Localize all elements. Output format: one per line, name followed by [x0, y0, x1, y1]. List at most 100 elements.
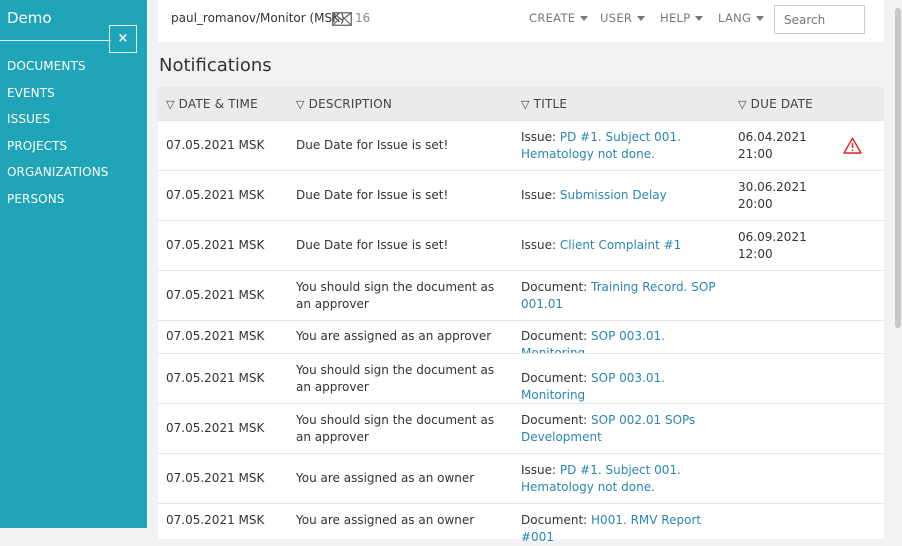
column-header-description[interactable]: ▽ DESCRIPTION — [296, 97, 392, 111]
sort-triangle-icon: ▽ — [296, 98, 305, 111]
row-due: 06.04.2021 21:00 — [738, 129, 807, 163]
row-due-time: 20:00 — [738, 197, 773, 211]
sidebar-nav: DOCUMENTS EVENTS ISSUES PROJECTS ORGANIZ… — [7, 58, 109, 217]
row-due: 30.06.2021 20:00 — [738, 179, 807, 213]
table-row[interactable]: 07.05.2021 MSK You should sign the docum… — [158, 270, 884, 320]
table-row[interactable]: 07.05.2021 MSK You are assigned as an ow… — [158, 453, 884, 503]
sidebar-item-events[interactable]: EVENTS — [7, 85, 109, 112]
column-header-label: DESCRIPTION — [308, 97, 393, 111]
column-header-label: TITLE — [533, 97, 568, 111]
row-title-prefix: Document: — [521, 371, 592, 385]
row-title: Document: H001. RMV Report #001 — [521, 512, 721, 546]
row-date: 07.05.2021 MSK — [166, 471, 265, 485]
column-header-title[interactable]: ▽ TITLE — [521, 97, 567, 111]
row-due-date: 30.06.2021 — [738, 180, 807, 194]
column-header-due-date[interactable]: ▽ DUE DATE — [738, 97, 813, 111]
sidebar-item-projects[interactable]: PROJECTS — [7, 138, 109, 165]
row-title-prefix: Document: — [521, 513, 592, 527]
table-row[interactable]: 07.05.2021 MSK You should sign the docum… — [158, 403, 884, 453]
row-description: You are assigned as an approver — [296, 329, 492, 343]
table-header: ▽ DATE & TIME ▽ DESCRIPTION ▽ TITLE ▽ DUE DA… — [158, 87, 884, 120]
current-user[interactable]: paul_romanov/Monitor (MSK) — [171, 11, 345, 25]
sort-triangle-icon: ▽ — [521, 98, 530, 111]
row-date: 07.05.2021 MSK — [166, 238, 265, 252]
row-title: Issue: PD #1. Subject 001. Hematology no… — [521, 129, 721, 163]
table-row[interactable]: 07.05.2021 MSK You should sign the docum… — [158, 353, 884, 403]
table-row[interactable]: 07.05.2021 MSK Due Date for Issue is set… — [158, 170, 884, 220]
help-menu-label: HELP — [660, 11, 691, 25]
row-title: Document: SOP 002.01 SOPs Development — [521, 412, 721, 446]
create-menu-label: CREATE — [529, 11, 576, 25]
lang-menu[interactable]: LANG — [718, 11, 765, 25]
table-row[interactable]: 07.05.2021 MSK Due Date for Issue is set… — [158, 220, 884, 270]
row-description: Due Date for Issue is set! — [296, 188, 449, 202]
sidebar-item-persons[interactable]: PERSONS — [7, 191, 109, 218]
lang-menu-label: LANG — [718, 11, 752, 25]
sidebar-item-organizations[interactable]: ORGANIZATIONS — [7, 164, 109, 191]
row-title: Issue: Submission Delay — [521, 187, 721, 204]
close-sidebar-button[interactable]: × — [109, 25, 137, 53]
caret-down-icon — [580, 16, 589, 21]
page-title: Notifications — [159, 55, 272, 76]
row-due-time: 12:00 — [738, 247, 773, 261]
row-title-prefix: Issue: — [521, 463, 560, 477]
row-date: 07.05.2021 MSK — [166, 421, 265, 435]
user-menu-label: USER — [600, 11, 633, 25]
row-due-time: 21:00 — [738, 147, 773, 161]
row-date: 07.05.2021 MSK — [166, 288, 265, 302]
brand-title[interactable]: Demo — [7, 9, 52, 27]
row-date: 07.05.2021 MSK — [166, 138, 265, 152]
row-due-date: 06.04.2021 — [738, 130, 807, 144]
sidebar-item-documents[interactable]: DOCUMENTS — [7, 58, 109, 85]
row-title-prefix: Issue: — [521, 238, 560, 252]
row-title-prefix: Issue: — [521, 130, 560, 144]
row-description: You should sign the document as an appro… — [296, 413, 495, 444]
row-due: 06.09.2021 12:00 — [738, 229, 807, 263]
row-title-prefix: Document: — [521, 280, 592, 294]
table-row[interactable]: 07.05.2021 MSK You are assigned as an ap… — [158, 320, 884, 360]
notifications-table: ▽ DATE & TIME ▽ DESCRIPTION ▽ TITLE ▽ DUE DA… — [158, 87, 884, 544]
brand-divider — [0, 40, 111, 41]
user-menu[interactable]: USER — [600, 11, 646, 25]
column-header-date[interactable]: ▽ DATE & TIME — [166, 97, 258, 111]
row-date: 07.05.2021 MSK — [166, 513, 265, 527]
row-title-prefix: Document: — [521, 413, 592, 427]
caret-down-icon — [756, 16, 765, 21]
row-title: Issue: Client Complaint #1 — [521, 237, 721, 254]
caret-down-icon — [637, 16, 646, 21]
row-description: You are assigned as an owner — [296, 471, 475, 485]
row-title: Document: SOP 003.01. Monitoring — [521, 370, 721, 404]
row-title-link[interactable]: Submission Delay — [560, 188, 667, 202]
row-date: 07.05.2021 MSK — [166, 329, 265, 343]
scrollbar-thumb[interactable] — [895, 8, 901, 328]
envelope-icon[interactable] — [332, 12, 352, 26]
column-header-label: DUE DATE — [750, 97, 813, 111]
sort-triangle-icon: ▽ — [738, 98, 747, 111]
sort-triangle-icon: ▽ — [166, 98, 175, 111]
search-input[interactable] — [774, 5, 865, 34]
row-description: Due Date for Issue is set! — [296, 238, 449, 252]
warning-icon — [843, 137, 862, 154]
row-title-prefix: Document: — [521, 329, 592, 343]
row-title-link[interactable]: Client Complaint #1 — [560, 238, 681, 252]
sidebar: Demo × DOCUMENTS EVENTS ISSUES PROJECTS … — [0, 0, 147, 528]
help-menu[interactable]: HELP — [660, 11, 704, 25]
row-description: Due Date for Issue is set! — [296, 138, 449, 152]
row-due-date: 06.09.2021 — [738, 230, 807, 244]
row-description: You should sign the document as an appro… — [296, 363, 495, 394]
row-title: Issue: PD #1. Subject 001. Hematology no… — [521, 462, 721, 496]
row-description: You should sign the document as an appro… — [296, 280, 495, 311]
table-row[interactable]: 07.05.2021 MSK Due Date for Issue is set… — [158, 120, 884, 170]
sidebar-item-issues[interactable]: ISSUES — [7, 111, 109, 138]
row-title: Document: Training Record. SOP 001.01 — [521, 279, 721, 313]
row-date: 07.05.2021 MSK — [166, 371, 265, 385]
caret-down-icon — [695, 16, 704, 21]
table-row[interactable]: 07.05.2021 MSK You are assigned as an ow… — [158, 503, 884, 544]
mail-count[interactable]: 16 — [355, 11, 370, 25]
top-bar: paul_romanov/Monitor (MSK) 16 CREATE USE… — [158, 0, 884, 42]
column-header-label: DATE & TIME — [178, 97, 258, 111]
create-menu[interactable]: CREATE — [529, 11, 589, 25]
row-description: You are assigned as an owner — [296, 513, 475, 527]
row-title-prefix: Issue: — [521, 188, 560, 202]
row-date: 07.05.2021 MSK — [166, 188, 265, 202]
